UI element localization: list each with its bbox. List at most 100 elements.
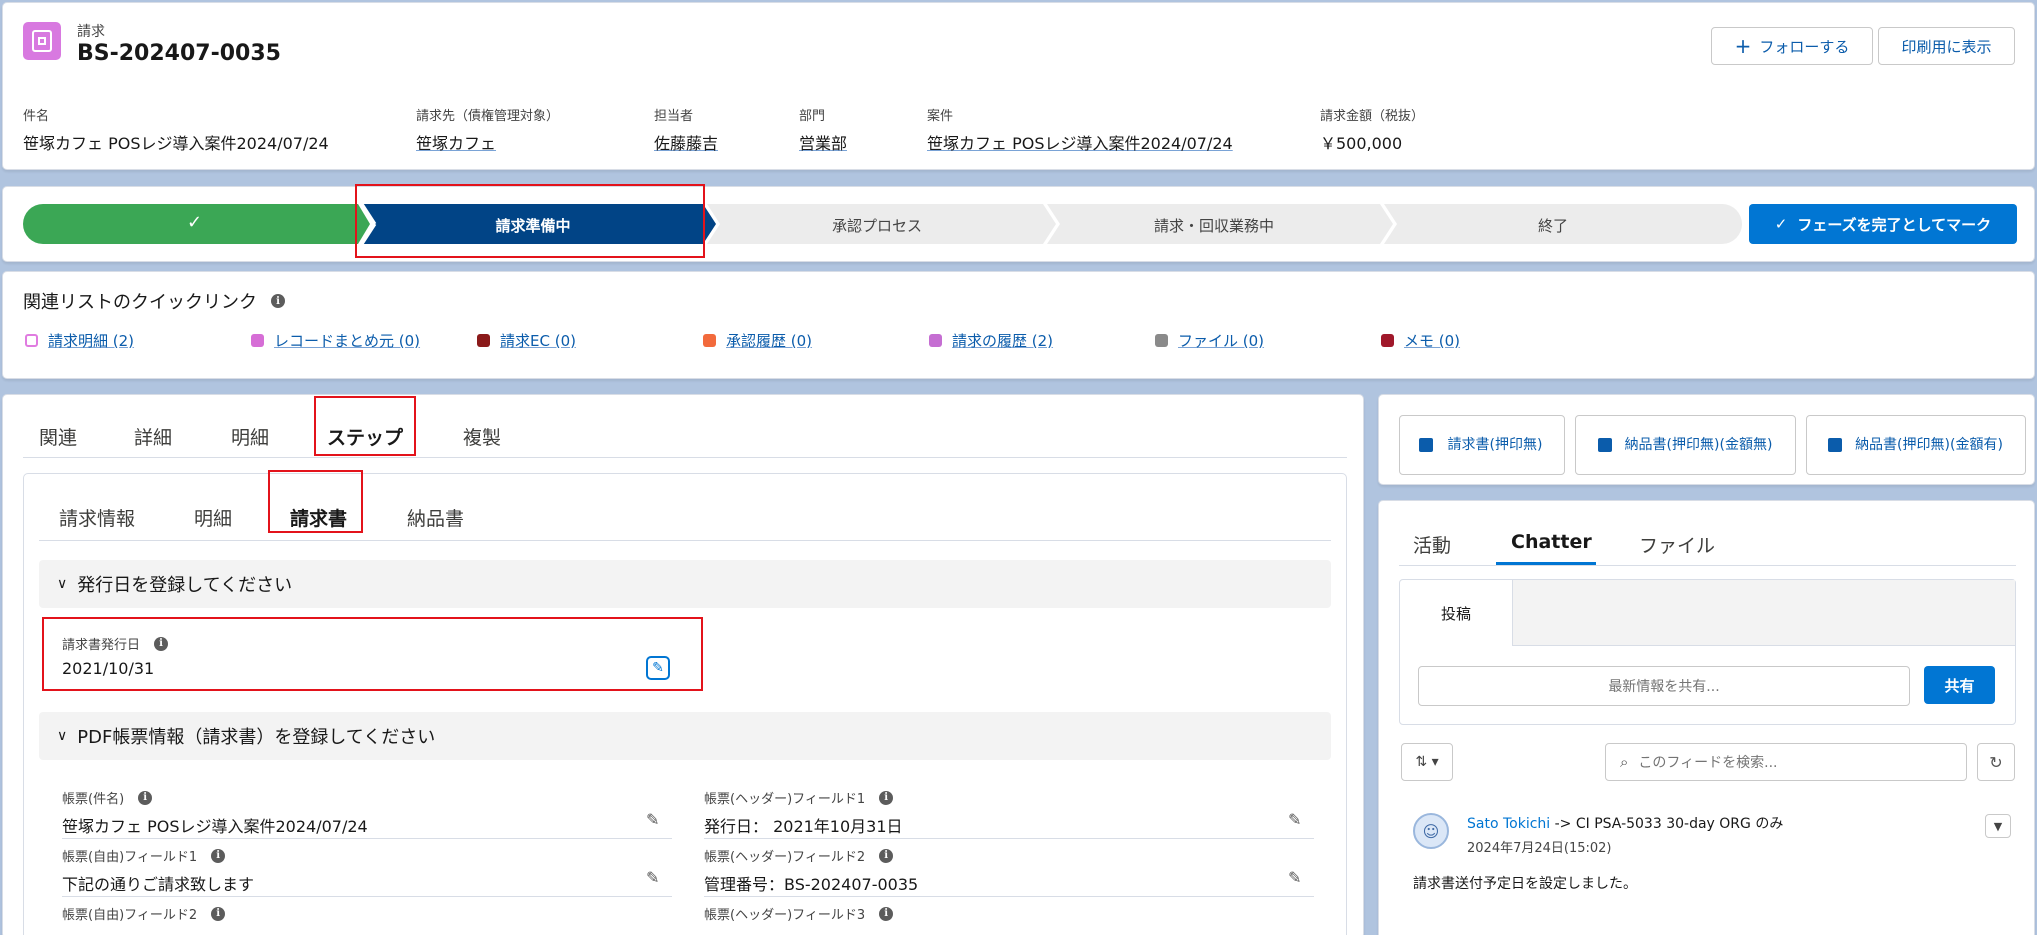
pencil-icon[interactable]: ✎ — [646, 810, 659, 829]
tab-lines[interactable]: 明細 — [231, 423, 269, 450]
tab-steps[interactable]: ステップ — [327, 423, 403, 450]
object-label: 請求 — [77, 24, 105, 40]
department-link[interactable]: 営業部 — [799, 130, 847, 154]
tab-details[interactable]: 詳細 — [134, 423, 172, 450]
path-label-collection: 請求・回収業務中 — [1153, 217, 1274, 235]
field-owner: 担当者 佐藤藤吉 — [654, 109, 719, 154]
field-divider — [704, 896, 1314, 897]
record-header: 請求 BS-202407-0035 + フォローする 印刷用に表示 件名 笹塚カ… — [2, 2, 2035, 170]
path-label-current: 請求準備中 — [495, 217, 571, 235]
opportunity-link[interactable]: 笹塚カフェ POSレジ導入案件2024/07/24 — [927, 130, 1233, 154]
info-icon: i — [271, 294, 285, 308]
post-timestamp[interactable]: 2024年7月24日(15:02) — [1467, 837, 1612, 856]
quick-link-billing-history[interactable]: 請求の履歴 (2) — [929, 330, 1053, 351]
related-quick-links: 関連リストのクイックリンク i 請求明細 (2) レコードまとめ元 (0) 請求… — [2, 271, 2035, 379]
main-tabs-divider — [23, 457, 1347, 458]
document-icon — [1597, 438, 1612, 452]
notes-icon — [1381, 334, 1394, 347]
document-actions-panel: 請求書(押印無) 納品書(押印無)(金額無) 納品書(押印無)(金額有) — [1378, 394, 2035, 485]
share-input[interactable]: 最新情報を共有... — [1418, 666, 1910, 706]
tab-related[interactable]: 関連 — [39, 423, 77, 450]
field-amount: 請求金額（税抜） ￥500,000 — [1320, 109, 1425, 153]
info-icon: i — [211, 848, 226, 863]
field-form-header-2: 帳票(ヘッダー)フィールド2 i 管理番号：BS-202407-0035 — [704, 848, 919, 894]
billing-object-icon — [23, 22, 61, 60]
post-body: 請求書送付予定日を設定しました。 — [1413, 876, 1637, 892]
post-header: Sato Tokichi -> CI PSA-5033 30-day ORG の… — [1467, 816, 1784, 832]
check-icon: ✓ — [187, 212, 203, 233]
quick-link-billing-ec[interactable]: 請求EC (0) — [477, 330, 576, 351]
avatar[interactable]: ☺ — [1413, 813, 1449, 849]
chevron-down-icon: ▼ — [1993, 819, 2003, 833]
info-icon: i — [879, 848, 894, 863]
field-bill-to: 請求先（債権管理対象） 笹塚カフェ — [416, 109, 560, 154]
path-label-closed: 終了 — [1537, 217, 1568, 235]
files-icon — [1155, 334, 1168, 347]
chevron-down-icon: ∨ — [57, 576, 68, 592]
check-icon: ✓ — [1774, 215, 1788, 233]
mark-complete-button[interactable]: ✓ フェーズを完了としてマーク — [1749, 204, 2017, 244]
info-icon: i — [154, 636, 169, 651]
feed-tabs-divider — [1399, 565, 2016, 566]
quick-link-notes[interactable]: メモ (0) — [1381, 330, 1460, 351]
search-icon: ⌕ — [1620, 753, 1629, 771]
quick-links-title: 関連リストのクイックリンク i — [23, 288, 285, 314]
refresh-button[interactable]: ↻ — [1977, 743, 2015, 781]
path-label-approval: 承認プロセス — [831, 217, 922, 235]
pencil-icon[interactable]: ✎ — [646, 868, 659, 887]
edit-icon[interactable]: ✎ — [646, 656, 670, 680]
field-opportunity: 案件 笹塚カフェ POSレジ導入案件2024/07/24 — [927, 109, 1233, 154]
publisher: 投稿 最新情報を共有... 共有 — [1399, 579, 2016, 725]
quick-link-approval-history[interactable]: 承認履歴 (0) — [703, 330, 812, 351]
subtab-invoice[interactable]: 請求書 — [290, 504, 347, 531]
refresh-icon: ↻ — [1989, 752, 2003, 772]
subtab-lines[interactable]: 明細 — [194, 504, 232, 531]
quick-link-invoice-lines[interactable]: 請求明細 (2) — [25, 330, 134, 351]
publisher-post-tab[interactable]: 投稿 — [1400, 580, 1512, 646]
tab-activity[interactable]: 活動 — [1413, 531, 1451, 558]
info-icon: i — [211, 906, 226, 921]
field-department: 部門 営業部 — [799, 109, 848, 154]
subtab-delivery-note[interactable]: 納品書 — [407, 504, 464, 531]
tab-clone[interactable]: 複製 — [463, 423, 501, 450]
sort-button[interactable]: ⇅ ▾ — [1401, 743, 1453, 781]
pencil-icon[interactable]: ✎ — [1288, 868, 1301, 887]
delivery-note-with-amount-button[interactable]: 納品書(押印無)(金額有) — [1806, 415, 2026, 475]
field-form-subject: 帳票(件名) i 笹塚カフェ POSレジ導入案件2024/07/24 — [62, 790, 368, 836]
bill-to-link[interactable]: 笹塚カフェ — [416, 130, 559, 154]
field-divider — [704, 838, 1314, 839]
subtabs-divider — [39, 540, 1331, 541]
post-author-link[interactable]: Sato Tokichi — [1467, 816, 1550, 832]
quick-link-record-merge[interactable]: レコードまとめ元 (0) — [251, 330, 420, 351]
tab-chatter[interactable]: Chatter — [1511, 531, 1592, 553]
plus-icon: + — [1734, 34, 1752, 58]
print-view-button[interactable]: 印刷用に表示 — [1878, 27, 2015, 65]
tab-files[interactable]: ファイル — [1639, 531, 1715, 558]
quick-link-files[interactable]: ファイル (0) — [1155, 330, 1264, 351]
owner-link[interactable]: 佐藤藤吉 — [654, 130, 718, 154]
section-pdf-info[interactable]: ∨ PDF帳票情報（請求書）を登録してください — [39, 712, 1331, 760]
activity-feed-panel: 活動 Chatter ファイル 投稿 最新情報を共有... 共有 ⇅ ▾ ⌕ こ… — [1378, 500, 2035, 935]
info-icon: i — [138, 790, 153, 805]
field-form-free-1: 帳票(自由)フィールド1 i 下記の通りご請求致します — [62, 848, 255, 894]
follow-button[interactable]: + フォローする — [1711, 27, 1873, 65]
main-detail-panel: 関連 詳細 明細 ステップ 複製 請求情報 明細 請求書 納品書 ∨ 発行日を登… — [2, 394, 1364, 935]
invoice-no-stamp-button[interactable]: 請求書(押印無) — [1399, 415, 1565, 475]
record-title: BS-202407-0035 — [77, 41, 281, 66]
publisher-tab-strip — [1512, 580, 2015, 646]
share-button[interactable]: 共有 — [1924, 666, 1995, 704]
field-invoice-issue-date: 請求書発行日 i 2021/10/31 — [62, 634, 672, 678]
post-menu-button[interactable]: ▼ — [1985, 814, 2011, 838]
feed-search-input[interactable]: ⌕ このフィードを検索... — [1605, 743, 1967, 781]
record-merge-icon — [251, 334, 264, 347]
info-icon: i — [879, 906, 894, 921]
section-issue-date[interactable]: ∨ 発行日を登録してください — [39, 560, 1331, 608]
field-form-header-3: 帳票(ヘッダー)フィールド3 i — [704, 904, 894, 923]
delivery-note-no-amount-button[interactable]: 納品書(押印無)(金額無) — [1575, 415, 1796, 475]
subtab-billing-info[interactable]: 請求情報 — [59, 504, 135, 531]
document-icon — [1419, 438, 1433, 452]
path-bar: ✓ 請求準備中 承認プロセス 請求・回収業務中 終了 ✓ フェーズを完了としてマ… — [2, 186, 2035, 262]
pencil-icon[interactable]: ✎ — [1288, 810, 1301, 829]
sort-icon: ⇅ ▾ — [1415, 754, 1439, 770]
billing-history-icon — [929, 334, 942, 347]
